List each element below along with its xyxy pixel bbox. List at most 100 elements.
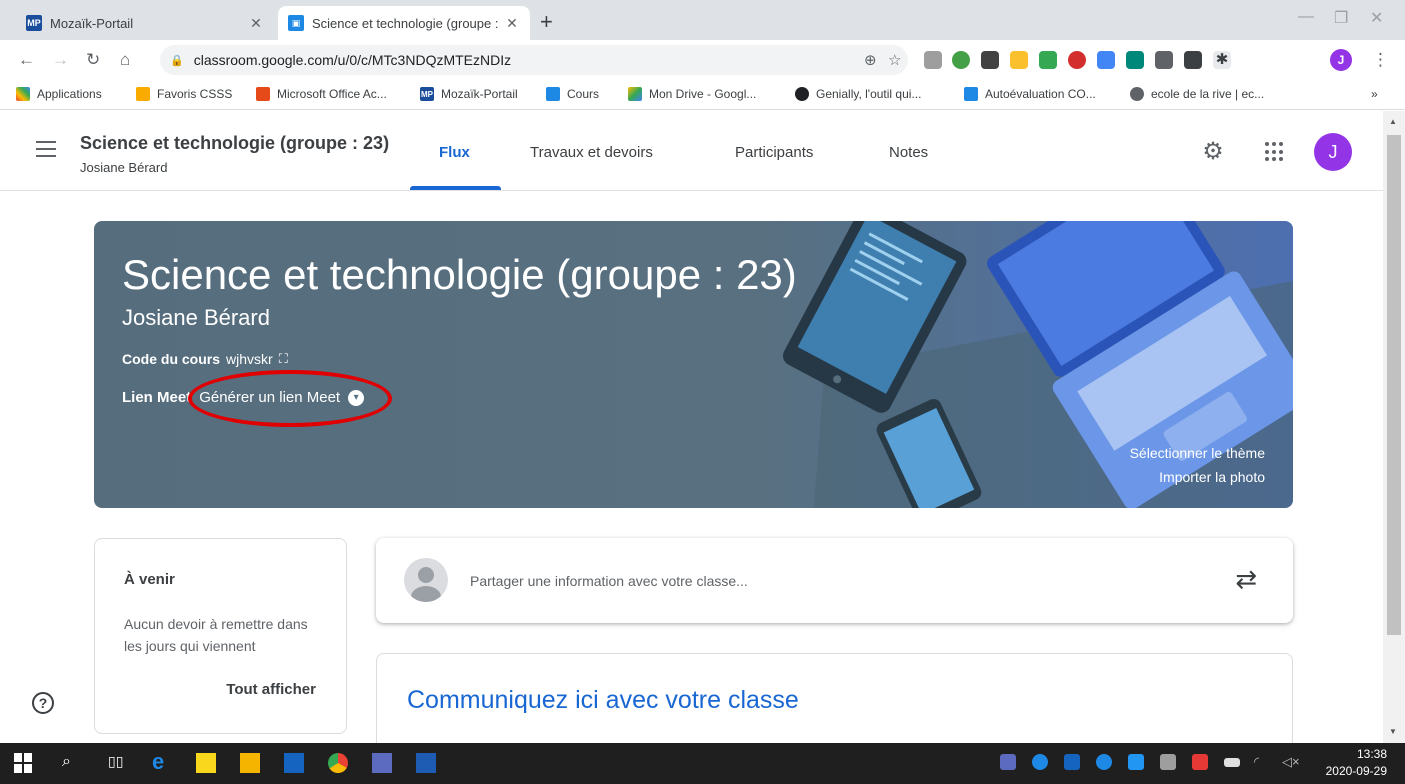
clock-time: 13:38 <box>1356 747 1387 761</box>
outlook-tray-icon[interactable] <box>1064 754 1080 770</box>
fullscreen-icon[interactable]: ⛶ <box>279 351 288 367</box>
windows-start-icon[interactable] <box>14 753 34 773</box>
scroll-down-icon[interactable]: ▼ <box>1389 727 1397 736</box>
course-code-row: Code du cours wjhvskr ⛶ <box>122 351 288 367</box>
battery-icon[interactable] <box>1224 758 1240 767</box>
tab-notes[interactable]: Notes <box>889 144 928 161</box>
drive-icon <box>628 87 642 101</box>
scroll-thumb[interactable] <box>1387 135 1401 635</box>
reload-icon[interactable]: ↻ <box>86 50 100 70</box>
help-icon[interactable]: ? <box>32 692 54 714</box>
bookmark-drive[interactable]: Mon Drive - Googl... <box>628 87 756 101</box>
address-bar[interactable]: 🔒 classroom.google.com/u/0/c/MTc3NDQzMTE… <box>160 45 908 75</box>
edge-icon[interactable]: e <box>152 749 172 774</box>
close-tab-icon[interactable]: ✕ <box>246 15 266 32</box>
volume-icon[interactable]: ◁× <box>1282 754 1300 770</box>
profile-avatar[interactable]: J <box>1330 49 1352 71</box>
bookmark-favoris[interactable]: Favoris CSSS <box>136 87 232 101</box>
bookmark-autoevaluation[interactable]: Autoévaluation CO... <box>964 87 1096 101</box>
page-scrollbar[interactable]: ▲ ▼ <box>1383 111 1405 743</box>
new-tab-icon[interactable]: + <box>540 9 553 35</box>
task-view-icon[interactable]: ▯▯ <box>108 753 128 773</box>
wifi-icon[interactable]: ◜ <box>1254 754 1270 770</box>
scroll-up-icon[interactable]: ▲ <box>1389 117 1397 126</box>
upcoming-title: À venir <box>124 571 175 588</box>
upcoming-text: Aucun devoir à remettre dans les jours q… <box>124 616 308 654</box>
tab-title: Science et technologie (groupe : <box>312 15 499 31</box>
tab-title: Mozaïk-Portail <box>50 15 134 31</box>
window-close-icon[interactable]: ✕ <box>1370 8 1383 28</box>
adblock-icon[interactable] <box>1068 51 1086 69</box>
puzzle-icon[interactable]: ✱ <box>1213 51 1231 69</box>
drive-extension-icon[interactable] <box>1039 51 1057 69</box>
extension-icon[interactable] <box>952 51 970 69</box>
url-text: classroom.google.com/u/0/c/MTc3NDQzMTEzN… <box>193 52 512 68</box>
browser-tab-mozaik[interactable]: MP Mozaïk-Portail ✕ <box>16 6 274 40</box>
clock[interactable]: 13:38 2020-09-29 <box>1326 746 1387 780</box>
home-icon[interactable]: ⌂ <box>120 50 130 70</box>
teams-tray-icon[interactable] <box>1000 754 1016 770</box>
import-photo-link[interactable]: Importer la photo <box>1159 469 1265 485</box>
new-extension-icon[interactable] <box>1184 51 1202 69</box>
outlook-icon[interactable] <box>284 753 304 773</box>
translate-icon[interactable] <box>1097 51 1115 69</box>
bookmark-star-icon[interactable]: ☆ <box>888 51 901 69</box>
annotation-oval <box>188 370 392 427</box>
word-icon[interactable] <box>416 753 436 773</box>
select-theme-link[interactable]: Sélectionner le thème <box>1130 445 1265 461</box>
close-tab-icon[interactable]: ✕ <box>502 15 522 32</box>
sync-icon[interactable] <box>1096 754 1112 770</box>
minimize-icon[interactable]: — <box>1298 8 1314 26</box>
hamburger-menu-icon[interactable] <box>36 141 56 162</box>
menu-dots-icon[interactable]: ⋮ <box>1372 50 1389 70</box>
search-icon[interactable]: ⌕ <box>62 753 82 773</box>
teams-icon[interactable] <box>372 753 392 773</box>
classroom-header: Science et technologie (groupe : 23) Jos… <box>0 111 1383 191</box>
view-all-link[interactable]: Tout afficher <box>226 681 316 698</box>
forward-icon[interactable]: → <box>52 50 69 70</box>
tab-participants[interactable]: Participants <box>735 144 813 161</box>
apps-grid-icon <box>16 87 30 101</box>
file-explorer-icon[interactable] <box>240 753 260 773</box>
windows-taskbar: ⌕ ▯▯ e ◜ ◁× 13:38 2020-09-29 <box>0 743 1405 784</box>
extension-icon[interactable] <box>981 51 999 69</box>
banner-teacher: Josiane Bérard <box>122 305 270 330</box>
back-icon[interactable]: ← <box>18 50 35 70</box>
tray-app-icon[interactable] <box>1192 754 1208 770</box>
extension-icon[interactable] <box>1126 51 1144 69</box>
reuse-post-icon[interactable]: ⇄ <box>1235 564 1257 595</box>
avatar[interactable]: J <box>1314 133 1352 171</box>
tab-flux[interactable]: Flux <box>439 144 470 161</box>
google-apps-icon[interactable] <box>1265 142 1285 162</box>
mp-favicon-icon: MP <box>26 15 42 31</box>
extension-icon[interactable] <box>1010 51 1028 69</box>
sticky-notes-icon[interactable] <box>196 753 216 773</box>
genially-icon <box>795 87 809 101</box>
bookmarks-overflow[interactable]: » <box>1371 87 1378 101</box>
bookmark-label: Genially, l'outil qui... <box>816 87 922 101</box>
tray-app-icon[interactable] <box>1128 754 1144 770</box>
restore-icon[interactable]: ❐ <box>1334 8 1348 28</box>
bookmark-genially[interactable]: Genially, l'outil qui... <box>795 87 921 101</box>
bookmark-ecole[interactable]: ecole de la rive | ec... <box>1130 87 1264 101</box>
bookmark-label: Applications <box>37 87 102 101</box>
browser-tab-classroom[interactable]: ▣ Science et technologie (groupe : ✕ <box>278 6 530 40</box>
extension-icon[interactable] <box>924 51 942 69</box>
tab-travaux-et-devoirs[interactable]: Travaux et devoirs <box>530 144 653 161</box>
share-announcement-box[interactable]: Partager une information avec votre clas… <box>376 538 1293 623</box>
gear-icon[interactable]: ⚙ <box>1200 139 1226 165</box>
bookmark-office[interactable]: Microsoft Office Ac... <box>256 87 387 101</box>
class-title[interactable]: Science et technologie (groupe : 23) <box>80 133 389 154</box>
onedrive-icon[interactable] <box>1032 754 1048 770</box>
share-placeholder[interactable]: Partager une information avec votre clas… <box>470 573 748 589</box>
chrome-icon[interactable] <box>328 753 348 773</box>
extension-icon[interactable] <box>1155 51 1173 69</box>
communicate-title: Communiquez ici avec votre classe <box>407 686 799 714</box>
browser-tab-strip: MP Mozaïk-Portail ✕ ▣ Science et technol… <box>0 0 1405 40</box>
bookmark-label: Microsoft Office Ac... <box>277 87 387 101</box>
zoom-icon[interactable]: ⊕ <box>864 51 877 69</box>
bookmark-cours[interactable]: Cours <box>546 87 599 101</box>
bookmark-mozaik[interactable]: MP Mozaïk-Portail <box>420 87 518 101</box>
network-icon[interactable] <box>1160 754 1176 770</box>
bookmark-applications[interactable]: Applications <box>16 87 102 101</box>
